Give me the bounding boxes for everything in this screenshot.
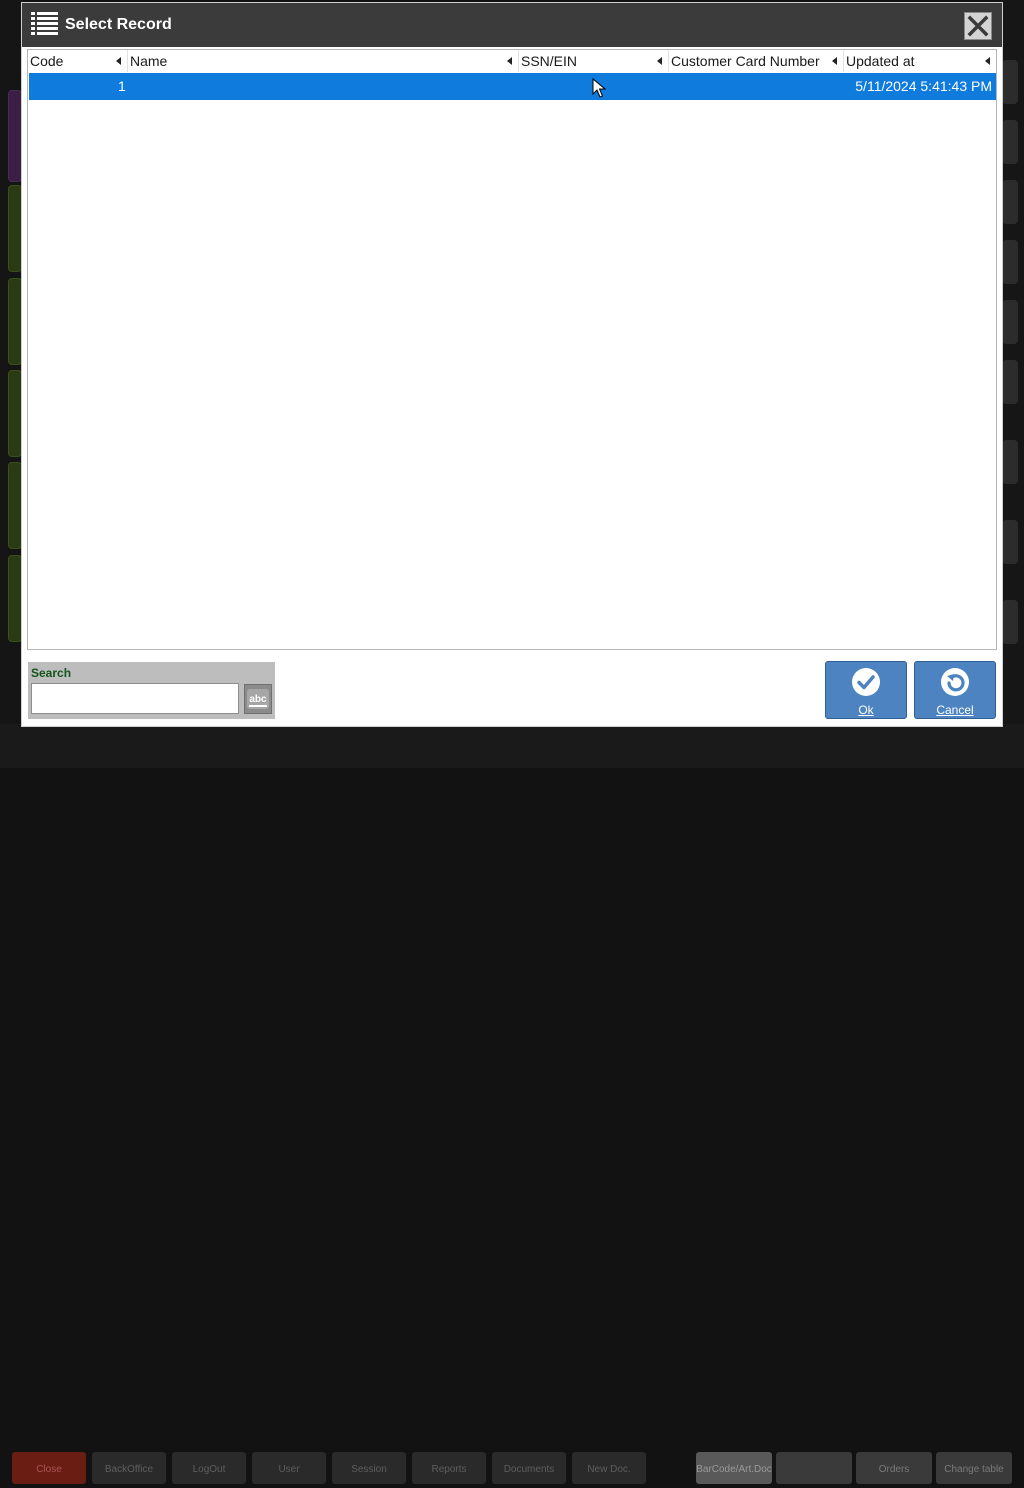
bg-session-button: Session: [332, 1452, 406, 1484]
bg-documents-button: Documents: [492, 1452, 566, 1484]
bg-reports-button: Reports: [412, 1452, 486, 1484]
column-header-updated-at[interactable]: Updated at: [844, 50, 996, 72]
sort-arrow-icon: [985, 57, 990, 65]
undo-icon: [941, 668, 969, 696]
close-icon: [967, 15, 989, 37]
records-grid: Code Name SSN/EIN Customer Card Number U…: [27, 49, 997, 650]
keyboard-abc-icon: abc: [247, 689, 269, 709]
keyboard-button[interactable]: abc: [244, 684, 272, 714]
bg-barcode-button: BarCode/Art.Doc: [696, 1452, 772, 1484]
search-input[interactable]: [31, 683, 239, 714]
bg-close-button: Close: [12, 1452, 86, 1484]
column-label: SSN/EIN: [521, 53, 578, 69]
sort-arrow-icon: [832, 57, 837, 65]
column-header-name[interactable]: Name: [128, 50, 519, 72]
select-record-dialog: Select Record Code Name SSN/EIN Customer…: [22, 3, 1002, 726]
sort-arrow-icon: [507, 57, 512, 65]
grid-header: Code Name SSN/EIN Customer Card Number U…: [28, 50, 996, 72]
column-header-ssn-ein[interactable]: SSN/EIN: [519, 50, 669, 72]
bg-backoffice-button: BackOffice: [92, 1452, 166, 1484]
cell-code: 1: [118, 78, 126, 94]
column-label: Code: [30, 53, 64, 69]
cancel-button[interactable]: Cancel: [914, 661, 996, 719]
cell-updated-at: 5/11/2024 5:41:43 PM: [855, 78, 992, 94]
svg-text:abc: abc: [249, 694, 267, 705]
sort-arrow-icon: [116, 57, 121, 65]
column-header-customer-card-number[interactable]: Customer Card Number: [669, 50, 844, 72]
column-label: Name: [130, 53, 168, 69]
bg-blank-button: [776, 1452, 852, 1484]
bg-new-doc-button: New Doc.: [572, 1452, 646, 1484]
table-row[interactable]: 1 5/11/2024 5:41:43 PM: [29, 73, 996, 100]
background-taskbar: Close BackOffice LogOut User Session Rep…: [0, 724, 1024, 1484]
column-label: Updated at: [846, 53, 915, 69]
search-label: Search: [31, 666, 72, 680]
bg-change-table-button: Change table: [936, 1452, 1012, 1484]
sort-arrow-icon: [657, 57, 662, 65]
column-header-code[interactable]: Code: [28, 50, 128, 72]
ok-button[interactable]: Ok: [825, 661, 907, 719]
bg-logout-button: LogOut: [172, 1452, 246, 1484]
close-button[interactable]: [964, 12, 992, 40]
dialog-titlebar: Select Record: [22, 3, 1002, 50]
ok-label: Ok: [858, 703, 874, 717]
cancel-label: Cancel: [936, 703, 974, 717]
search-panel: Search abc: [28, 662, 275, 719]
column-label: Customer Card Number: [671, 53, 820, 69]
list-icon: [30, 10, 59, 40]
bg-user-button: User: [252, 1452, 326, 1484]
checkmark-icon: [852, 668, 880, 696]
bg-orders-button: Orders: [856, 1452, 932, 1484]
background-right-panel: [1000, 0, 1024, 768]
background-left-panel: [0, 0, 22, 768]
dialog-title: Select Record: [65, 16, 172, 33]
